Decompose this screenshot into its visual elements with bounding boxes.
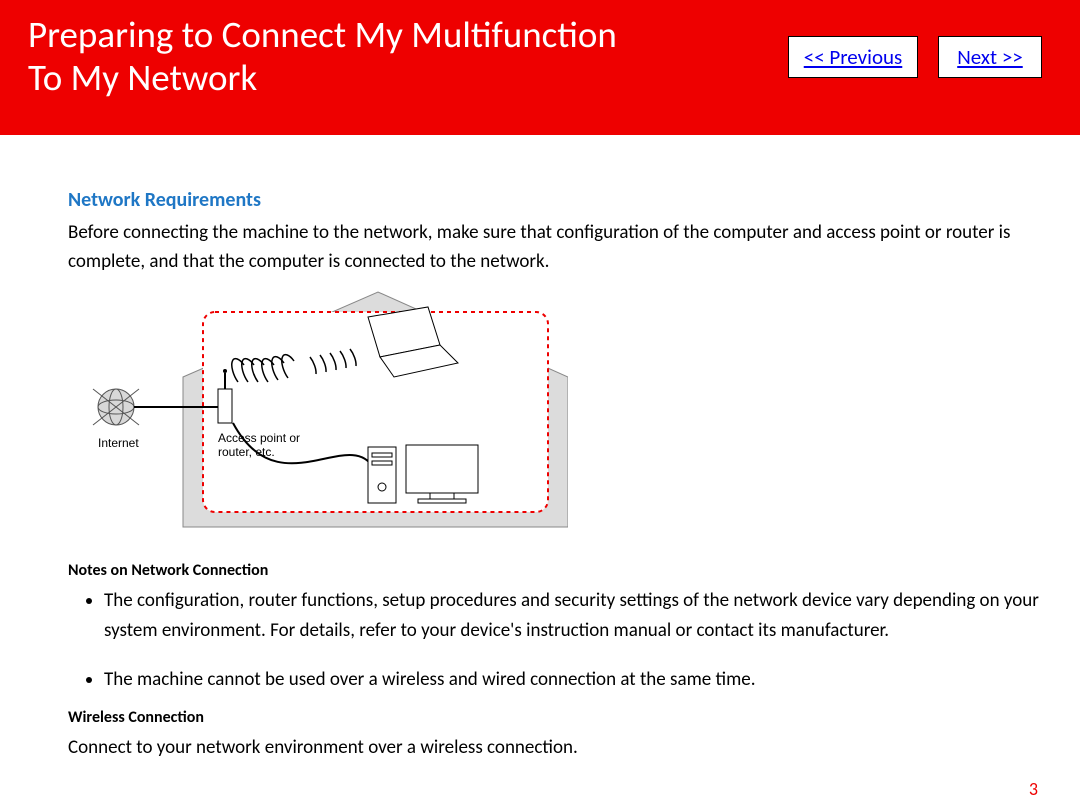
intro-paragraph: Before connecting the machine to the net… <box>68 218 1044 277</box>
next-button-label: Next >> <box>957 44 1023 70</box>
title-line-1: Preparing to Connect My Multifunction <box>28 12 617 57</box>
content-area: Network Requirements Before connecting t… <box>0 135 1080 763</box>
previous-button-label: << Previous <box>804 44 903 70</box>
network-diagram: Internet Access point or router, etc. <box>68 287 1044 541</box>
page-number: 3 <box>1029 778 1038 800</box>
router-label-1: Access point or <box>218 431 300 445</box>
next-button[interactable]: Next >> <box>938 36 1042 78</box>
title-line-2: To My Network <box>28 55 257 100</box>
wireless-body: Connect to your network environment over… <box>68 733 1028 762</box>
notes-heading: Notes on Network Connection <box>68 559 1044 584</box>
section-heading: Network Requirements <box>68 185 1044 216</box>
note-item-1: The configuration, router functions, set… <box>104 586 1044 645</box>
note-item-2: The machine cannot be used over a wirele… <box>104 665 1044 694</box>
network-diagram-svg: Internet Access point or router, etc. <box>68 287 568 532</box>
previous-button[interactable]: << Previous <box>788 36 918 78</box>
header-bar: Preparing to Connect My Multifunction To… <box>0 0 1080 135</box>
wireless-heading: Wireless Connection <box>68 706 1044 731</box>
desktop-tower-icon <box>368 447 396 503</box>
notes-list: The configuration, router functions, set… <box>68 586 1044 694</box>
internet-label: Internet <box>98 436 139 450</box>
internet-globe-icon <box>93 389 139 425</box>
